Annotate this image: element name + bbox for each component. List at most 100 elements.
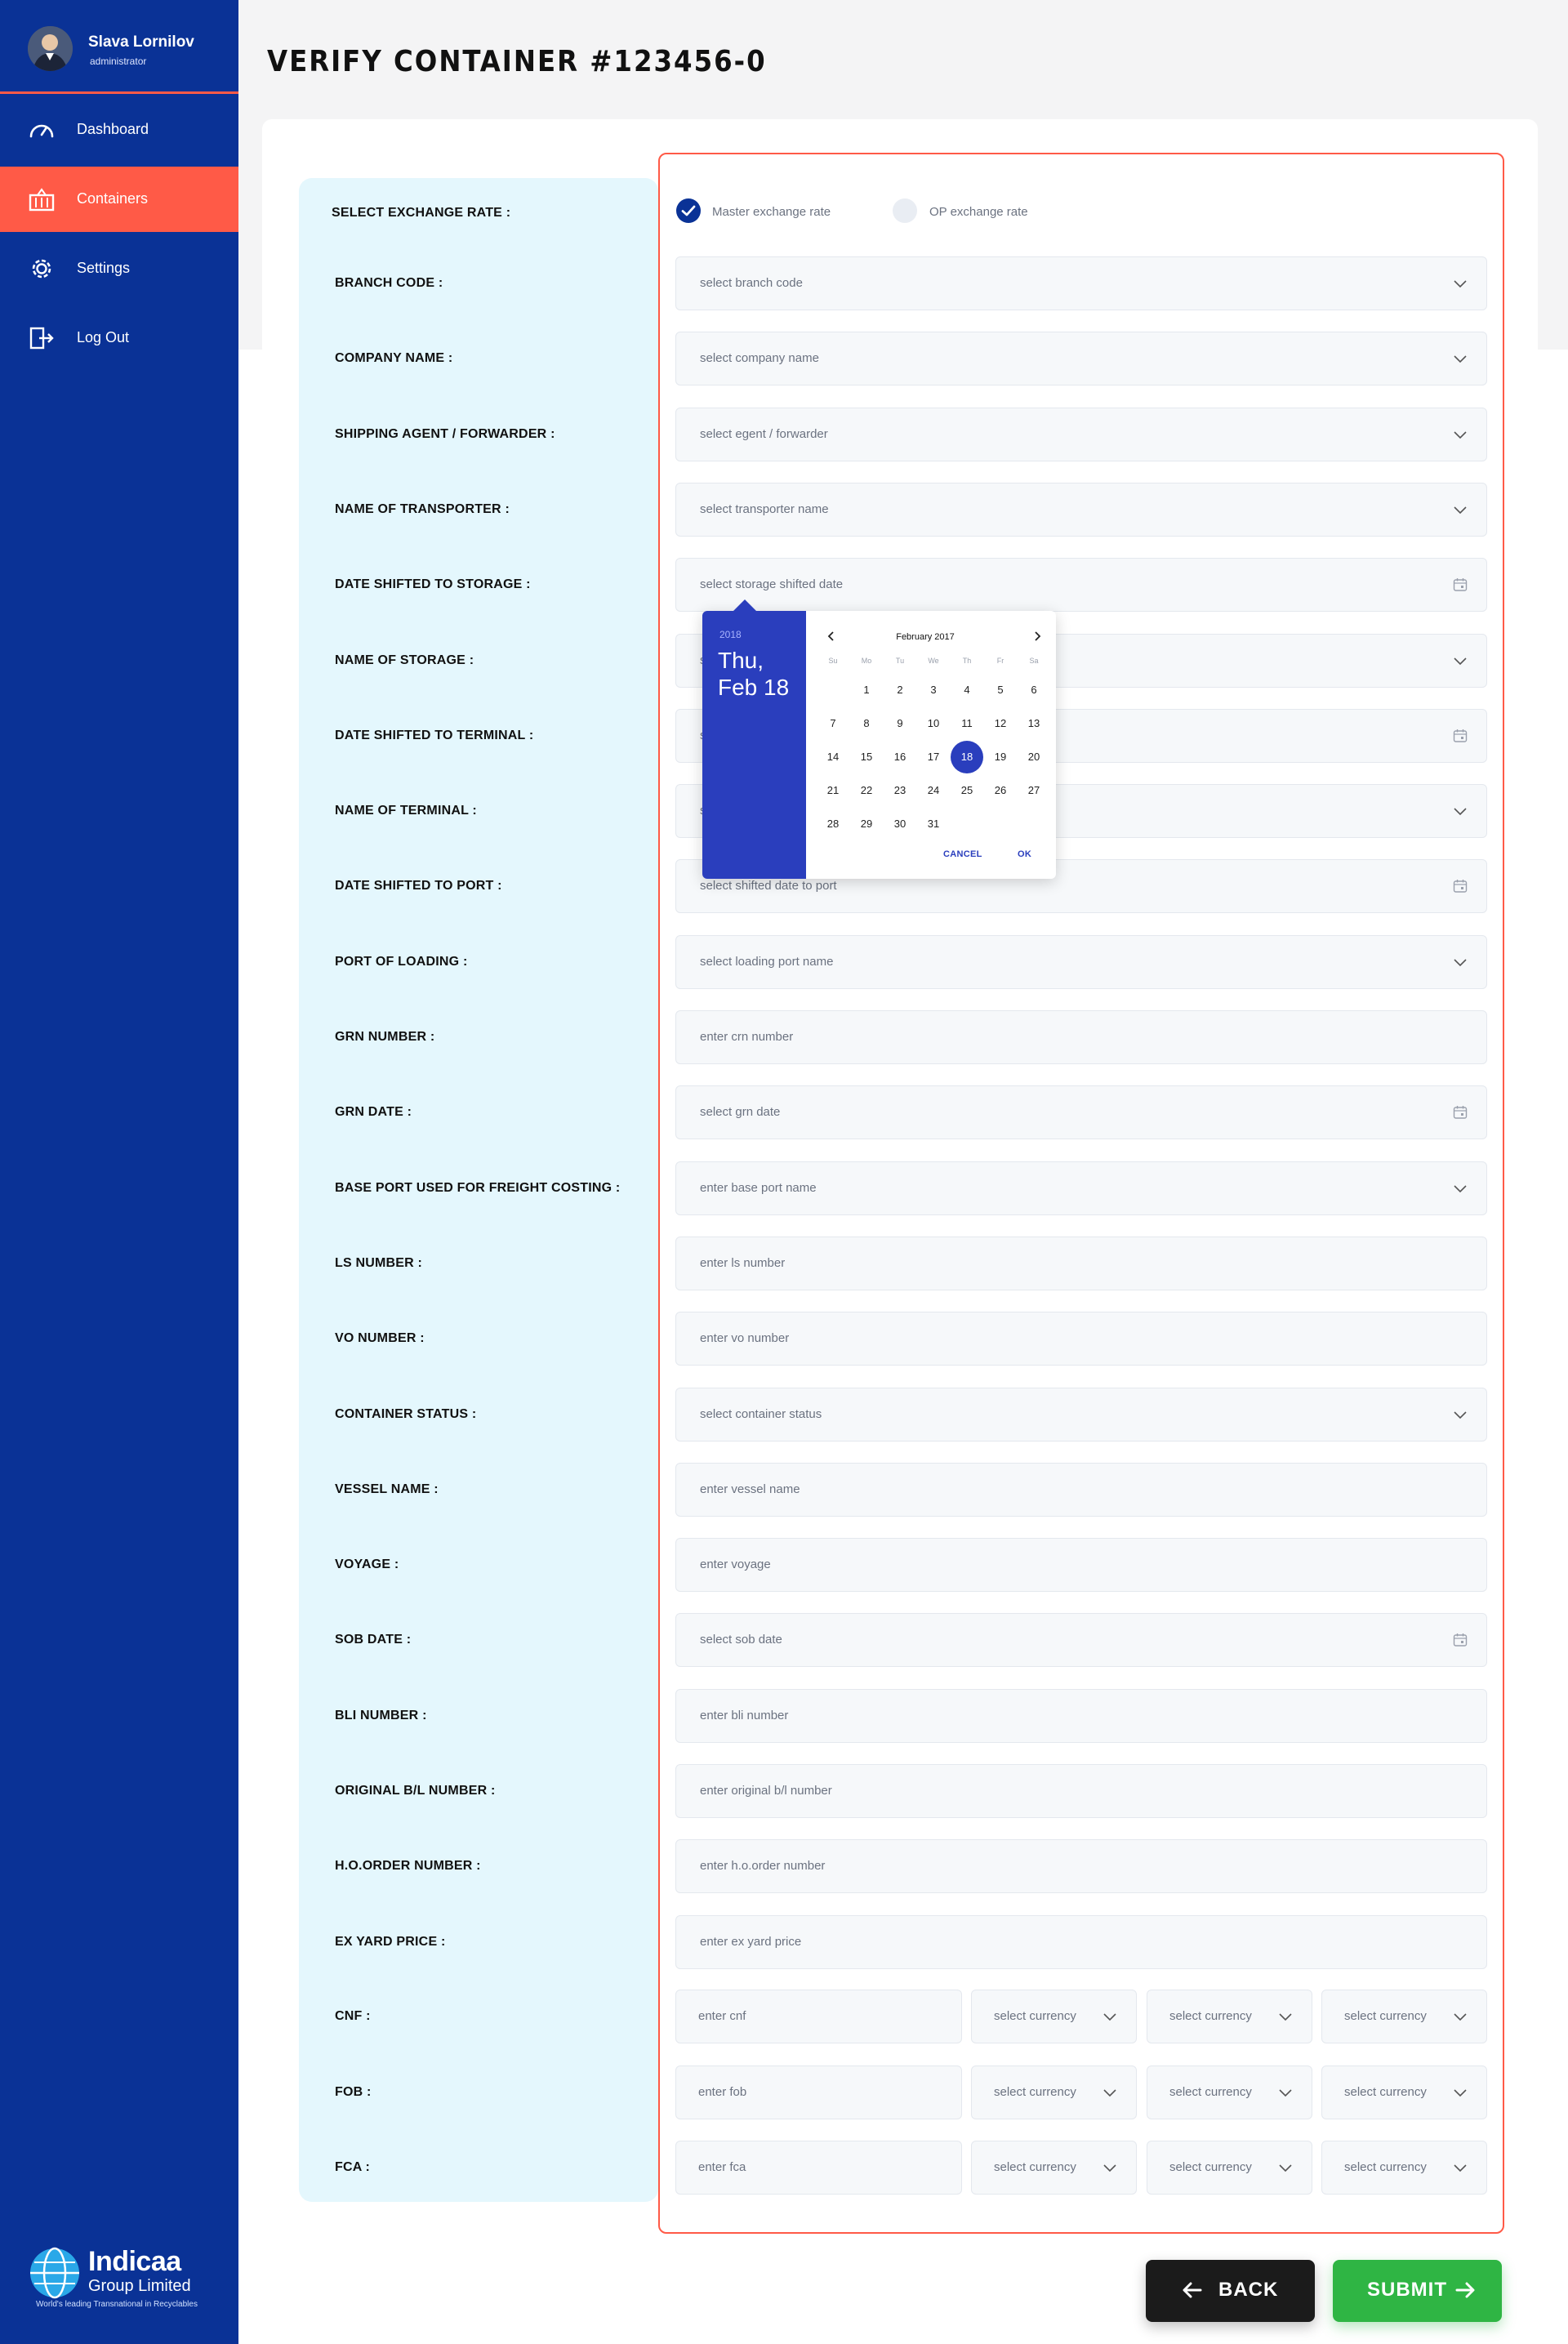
placeholder-date-shifted-to-storage: select storage shifted date (700, 577, 844, 591)
calendar-day[interactable]: 2 (888, 678, 912, 702)
user-role: administrator (90, 56, 147, 67)
calendar-day[interactable]: 4 (955, 678, 979, 702)
datepicker-cancel-button[interactable]: CANCEL (943, 849, 982, 859)
calendar-day[interactable]: 31 (921, 812, 946, 836)
weekday-label: Su (828, 657, 838, 665)
datepicker-popover: 2018 Thu, Feb 18 February 2017 Su Mo Tu We T… (702, 611, 1056, 879)
user-profile[interactable]: Slava Lornilov administrator (0, 0, 238, 94)
placeholder-fob: enter fob (698, 2085, 747, 2099)
datepicker-year[interactable]: 2018 (719, 629, 742, 640)
datepicker-header: 2018 Thu, Feb 18 (702, 611, 806, 879)
calendar-day[interactable]: 15 (854, 745, 879, 769)
select-port-of-loading[interactable]: select loading port name (675, 935, 1487, 989)
placeholder-name-of-transporter: select transporter name (700, 502, 829, 516)
calendar-icon (1453, 729, 1468, 742)
select-company-name[interactable]: select company name (675, 332, 1487, 385)
currency-select-fob-1[interactable]: select currency (971, 2065, 1137, 2119)
label-grn-number: GRN NUMBER : (335, 1030, 435, 1044)
placeholder-port-of-loading: select loading port name (700, 955, 834, 969)
calendar-day[interactable]: 24 (921, 778, 946, 803)
select-container-status[interactable]: select container status (675, 1388, 1487, 1442)
currency-select-cnf-1[interactable]: select currency (971, 1990, 1137, 2043)
select-base-port-used-for-freight-costing[interactable]: enter base port name (675, 1161, 1487, 1215)
nav-item-containers[interactable]: Containers (0, 167, 238, 232)
calendar-day[interactable]: 1 (854, 678, 879, 702)
currency-select-fca-2[interactable]: select currency (1147, 2141, 1312, 2195)
label-shipping-agent-forwarder: SHIPPING AGENT / FORWARDER : (335, 427, 555, 441)
input-voyage[interactable]: enter voyage (675, 1538, 1487, 1592)
calendar-day[interactable]: 19 (988, 745, 1013, 769)
select-branch-code[interactable]: select branch code (675, 256, 1487, 310)
label-port-of-loading: PORT OF LOADING : (335, 955, 468, 969)
nav-item-logout[interactable]: Log Out (0, 305, 238, 371)
date-grn-date[interactable]: select grn date (675, 1085, 1487, 1139)
back-button[interactable]: BACK (1146, 2260, 1315, 2322)
input-fob[interactable]: enter fob (675, 2065, 962, 2119)
placeholder-cnf: enter cnf (698, 2009, 746, 2023)
calendar-day[interactable]: 17 (921, 745, 946, 769)
input-vessel-name[interactable]: enter vessel name (675, 1463, 1487, 1517)
calendar-day[interactable]: 12 (988, 711, 1013, 736)
currency-select-fca-3[interactable]: select currency (1321, 2141, 1487, 2195)
datepicker-ok-button[interactable]: OK (1018, 849, 1031, 859)
currency-select-fob-3[interactable]: select currency (1321, 2065, 1487, 2119)
calendar-day-selected[interactable]: 18 (951, 741, 983, 773)
avatar-image (28, 26, 73, 71)
calendar-day[interactable]: 13 (1022, 711, 1046, 736)
calendar-day[interactable]: 16 (888, 745, 912, 769)
input-original-b-l-number[interactable]: enter original b/l number (675, 1764, 1487, 1818)
datepicker-pointer (733, 599, 756, 611)
placeholder-grn-date: select grn date (700, 1105, 781, 1119)
date-sob-date[interactable]: select sob date (675, 1613, 1487, 1667)
arrow-left-icon (1183, 2282, 1202, 2298)
input-fca[interactable]: enter fca (675, 2141, 962, 2195)
calendar-day[interactable]: 20 (1022, 745, 1046, 769)
calendar-day[interactable]: 26 (988, 778, 1013, 803)
input-ex-yard-price[interactable]: enter ex yard price (675, 1915, 1487, 1969)
input-grn-number[interactable]: enter crn number (675, 1010, 1487, 1064)
weekday-label: We (928, 657, 939, 665)
label-ex-yard-price: EX YARD PRICE : (335, 1935, 446, 1949)
calendar-day[interactable]: 29 (854, 812, 879, 836)
currency-select-fca-1[interactable]: select currency (971, 2141, 1137, 2195)
submit-button[interactable]: SUBMIT (1333, 2260, 1502, 2322)
nav-item-dashboard[interactable]: Dashboard (0, 97, 238, 163)
calendar-day[interactable]: 27 (1022, 778, 1046, 803)
input-cnf[interactable]: enter cnf (675, 1990, 962, 2043)
chevron-down-icon (1454, 2164, 1467, 2172)
currency-placeholder: select currency (994, 2160, 1076, 2174)
calendar-day[interactable]: 25 (955, 778, 979, 803)
weekday-label: Fr (996, 657, 1004, 665)
calendar-day[interactable]: 21 (821, 778, 845, 803)
currency-select-fob-2[interactable]: select currency (1147, 2065, 1312, 2119)
calendar-day[interactable]: 14 (821, 745, 845, 769)
calendar-day[interactable]: 30 (888, 812, 912, 836)
chevron-left-icon[interactable] (823, 628, 840, 644)
date-date-shifted-to-storage[interactable]: select storage shifted date (675, 558, 1487, 612)
calendar-day[interactable]: 6 (1022, 678, 1046, 702)
chevron-right-icon[interactable] (1029, 628, 1045, 644)
label-date-shifted-to-terminal: DATE SHIFTED TO TERMINAL : (335, 729, 534, 742)
calendar-day[interactable]: 9 (888, 711, 912, 736)
calendar-day[interactable]: 7 (821, 711, 845, 736)
nav-item-settings[interactable]: Settings (0, 236, 238, 301)
calendar-day[interactable]: 3 (921, 678, 946, 702)
calendar-day[interactable]: 11 (955, 711, 979, 736)
select-shipping-agent-forwarder[interactable]: select egent / forwarder (675, 408, 1487, 461)
input-ls-number[interactable]: enter ls number (675, 1237, 1487, 1290)
chevron-down-icon (1454, 2013, 1467, 2021)
calendar-day[interactable]: 28 (821, 812, 845, 836)
calendar-day[interactable]: 10 (921, 711, 946, 736)
input-bli-number[interactable]: enter bli number (675, 1689, 1487, 1743)
input-vo-number[interactable]: enter vo number (675, 1312, 1487, 1366)
calendar-day[interactable]: 23 (888, 778, 912, 803)
input-h-o-order-number[interactable]: enter h.o.order number (675, 1839, 1487, 1893)
currency-select-cnf-2[interactable]: select currency (1147, 1990, 1312, 2043)
calendar-day[interactable]: 22 (854, 778, 879, 803)
calendar-day[interactable]: 8 (854, 711, 879, 736)
currency-select-cnf-3[interactable]: select currency (1321, 1990, 1487, 2043)
calendar-day[interactable]: 5 (988, 678, 1013, 702)
select-name-of-transporter[interactable]: select transporter name (675, 483, 1487, 537)
label-original-b-l-number: ORIGINAL B/L NUMBER : (335, 1784, 496, 1798)
placeholder-company-name: select company name (700, 351, 819, 365)
